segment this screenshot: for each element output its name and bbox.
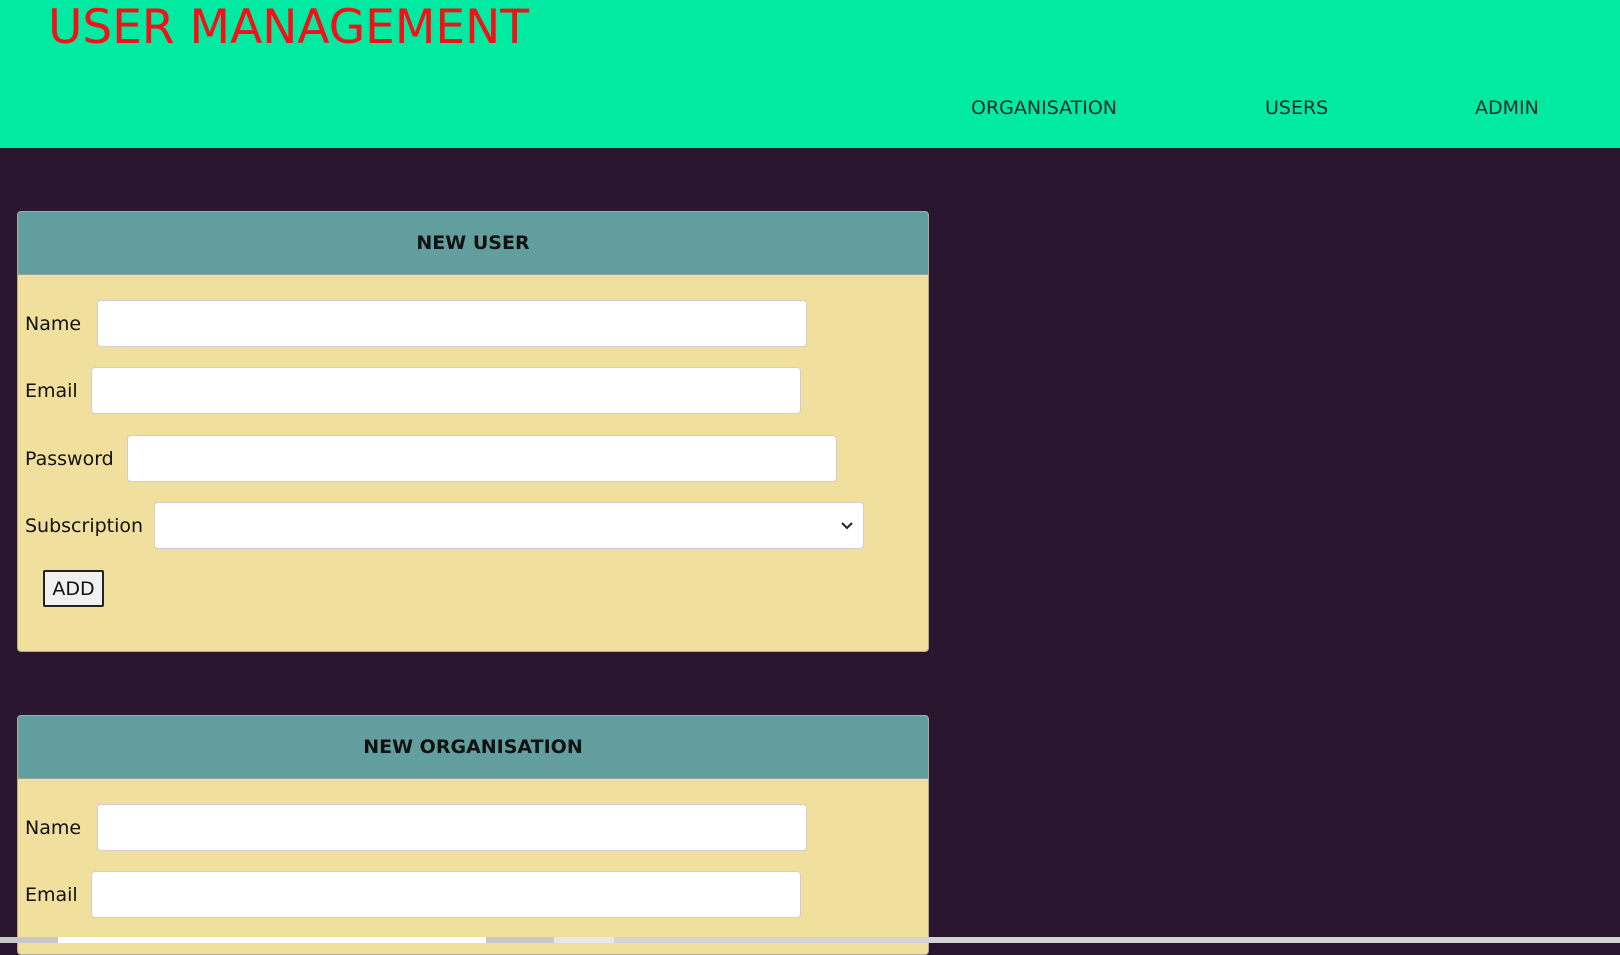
scrollbar-track-left (0, 937, 58, 943)
new-org-name-label: Name (25, 817, 82, 839)
nav-organisation[interactable]: ORGANISATION (971, 96, 1117, 120)
scrollbar-segment (554, 937, 614, 943)
add-user-button[interactable]: ADD (43, 570, 104, 607)
new-user-name-label: Name (25, 313, 82, 335)
app-title: USER MANAGEMENT (48, 0, 529, 55)
new-org-email-label: Email (25, 884, 78, 906)
new-user-subscription-label: Subscription (25, 515, 144, 537)
new-user-panel: NEW USER Name Email Password Subscriptio… (17, 211, 929, 652)
scrollbar-thumb[interactable] (58, 937, 486, 943)
scrollbar-track-mid (486, 937, 554, 943)
new-user-panel-title: NEW USER (18, 212, 928, 275)
new-organisation-panel: NEW ORGANISATION Name Email (17, 715, 929, 955)
new-org-name-input[interactable] (97, 804, 807, 851)
new-user-password-label: Password (25, 448, 114, 470)
app-header: USER MANAGEMENT ORGANISATION USERS ADMIN (0, 0, 1620, 148)
nav-users[interactable]: USERS (1265, 96, 1328, 120)
nav-admin[interactable]: ADMIN (1475, 96, 1539, 120)
new-org-email-input[interactable] (91, 871, 801, 918)
new-user-password-input[interactable] (127, 435, 837, 482)
new-user-subscription-select[interactable] (154, 502, 864, 549)
chevron-down-icon (841, 522, 853, 530)
new-user-email-label: Email (25, 380, 78, 402)
new-user-email-input[interactable] (91, 367, 801, 414)
horizontal-scrollbar[interactable] (0, 937, 1620, 943)
new-organisation-panel-title: NEW ORGANISATION (18, 716, 928, 779)
new-user-name-input[interactable] (97, 300, 807, 347)
